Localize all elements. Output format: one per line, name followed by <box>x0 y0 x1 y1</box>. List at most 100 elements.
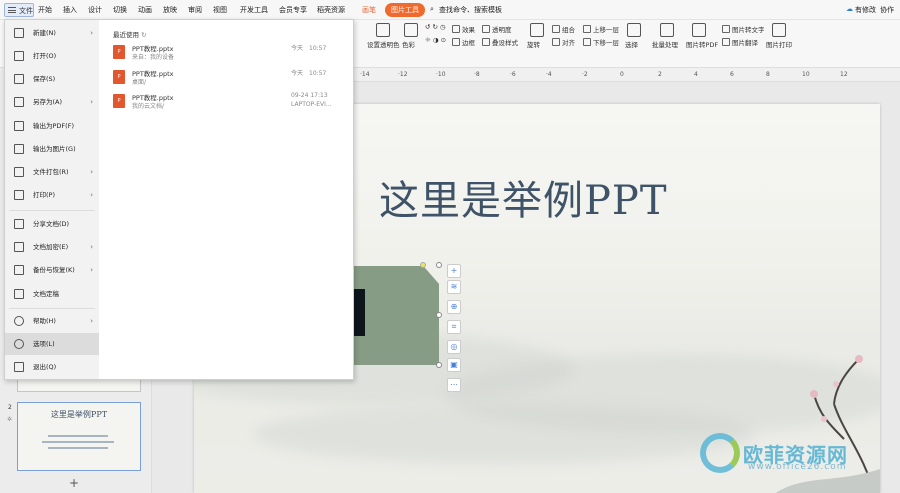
transparent-color-icon <box>376 23 390 37</box>
transparency-icon <box>482 25 490 33</box>
pic-translate-button[interactable]: 图片翻译 <box>722 37 758 47</box>
menu-package[interactable]: 文件打包(R) › <box>5 161 99 183</box>
recent-file-2[interactable]: P PPT教程.pptx 桌面/ 今天 10:57 <box>113 68 351 88</box>
slide-thumbnail-2[interactable]: 这里是举例PPT <box>17 402 141 471</box>
tab-design[interactable]: 设计 <box>88 5 102 15</box>
menu-label: 分享文档(D) <box>33 220 70 228</box>
zoom-in-icon[interactable]: + <box>447 264 461 278</box>
thumbnail-text-line <box>48 447 108 449</box>
image-icon[interactable]: ▣ <box>447 358 461 372</box>
tab-insert[interactable]: 插入 <box>63 5 77 15</box>
ruler-label: 0 <box>620 71 624 78</box>
menu-label: 输出为图片(G) <box>33 145 76 153</box>
submenu-arrow-icon: › <box>90 243 93 251</box>
transparent-color-button[interactable]: 设置透明色 <box>367 39 400 49</box>
border-button[interactable]: 边框 <box>452 37 475 47</box>
transparency-button[interactable]: 透明度 <box>482 24 512 34</box>
pic-to-text-button[interactable]: 图片转文字 <box>722 24 765 34</box>
effect-button[interactable]: 效果 <box>452 24 475 34</box>
menu-export-image[interactable]: 输出为图片(G) <box>5 138 99 160</box>
menu-divider <box>9 210 95 211</box>
batch-button[interactable]: 批量处理 <box>652 39 678 49</box>
align-button[interactable]: 对齐 <box>552 37 575 47</box>
modified-status[interactable]: 有修改 <box>855 5 876 15</box>
recent-header-label: 最近使用 <box>113 31 139 39</box>
menu-backup[interactable]: 备份与恢复(K) › <box>5 259 99 281</box>
selected-picture[interactable] <box>352 266 439 365</box>
recent-file-1[interactable]: P PPT教程.pptx 来自：我的设备 今天 10:57 <box>113 43 351 63</box>
menu-export-pdf[interactable]: 输出为PDF(F) <box>5 115 99 137</box>
menu-new[interactable]: 新建(N) › <box>5 22 99 44</box>
menu-save-as[interactable]: 另存为(A) › <box>5 91 99 113</box>
tab-drawing[interactable]: 画笔 <box>362 5 376 15</box>
layers-icon[interactable]: ≋ <box>447 280 461 294</box>
color-icon <box>404 23 418 37</box>
crop-icon[interactable]: ⌗ <box>447 320 461 334</box>
menu-save[interactable]: 保存(S) <box>5 68 99 90</box>
pptx-file-icon: P <box>113 70 125 84</box>
menu-encrypt[interactable]: 文档加密(E) › <box>5 236 99 258</box>
menu-exit[interactable]: 退出(Q) <box>5 356 99 378</box>
menu-finalize[interactable]: 文档定稿 <box>5 283 99 305</box>
tab-start[interactable]: 开始 <box>38 5 52 15</box>
menu-open[interactable]: 打开(O) <box>5 45 99 67</box>
rotate-left-icon[interactable]: ↺ ↻ ◷ <box>425 23 446 31</box>
ruler-label: 4 <box>694 71 698 78</box>
tab-animation[interactable]: 动画 <box>138 5 152 15</box>
rotate-button[interactable]: 旋转 <box>527 39 540 49</box>
adjust-handle[interactable] <box>420 262 426 268</box>
tab-developer[interactable]: 开发工具 <box>240 5 268 15</box>
tab-review[interactable]: 审阅 <box>188 5 202 15</box>
collab-button[interactable]: 协作 <box>880 5 894 15</box>
menu-help[interactable]: 帮助(H) › <box>5 310 99 332</box>
tab-transition[interactable]: 切换 <box>113 5 127 15</box>
menu-label: 文件打包(R) <box>33 168 69 176</box>
star-icon: ✲ <box>7 416 13 423</box>
ruler-label: ·4 <box>546 71 552 78</box>
tab-member[interactable]: 会员专享 <box>279 5 307 15</box>
menu-options[interactable]: 选项(L) <box>5 333 99 355</box>
menu-label: 新建(N) <box>33 29 56 37</box>
adjust-icons[interactable]: ☼ ◑ ⊙ <box>425 36 446 44</box>
rotate-handle[interactable] <box>436 262 442 268</box>
help-icon <box>14 316 24 326</box>
save-as-icon <box>14 97 24 107</box>
bring-forward-button[interactable]: 上移一层 <box>583 24 619 34</box>
menu-label: 文档加密(E) <box>33 243 69 251</box>
overlay-style-button[interactable]: 叠设样式 <box>482 37 518 47</box>
slide-title[interactable]: 这里是举例PPT <box>379 168 668 226</box>
recent-file-3[interactable]: P PPT教程.pptx 我的云文档/ 09-24 17:13 LAPTOP-E… <box>113 92 351 112</box>
more-icon[interactable]: ⋯ <box>447 378 461 392</box>
tab-view[interactable]: 视图 <box>213 5 227 15</box>
refresh-icon[interactable]: ↻ <box>141 31 146 39</box>
tab-file[interactable]: 文件 <box>4 3 34 17</box>
combine-button[interactable]: 组合 <box>552 24 575 34</box>
image-export-icon <box>14 144 24 154</box>
resize-handle-right[interactable] <box>436 312 442 318</box>
effect-label: 效果 <box>462 26 475 34</box>
combine-label: 组合 <box>562 26 575 34</box>
menu-label: 另存为(A) <box>33 98 63 106</box>
menu-print[interactable]: 打印(P) › <box>5 184 99 206</box>
tab-resources[interactable]: 稻壳资源 <box>317 5 345 15</box>
new-file-icon <box>14 28 24 38</box>
border-label: 边框 <box>462 39 475 47</box>
resize-handle-bottom-right[interactable] <box>436 362 442 368</box>
select-button[interactable]: 选择 <box>625 39 638 49</box>
pic-to-pdf-button[interactable]: 图片转PDF <box>686 39 718 49</box>
color-button[interactable]: 色彩 <box>402 39 415 49</box>
tab-picture-tools[interactable]: 图片工具 <box>385 3 425 17</box>
menu-share[interactable]: 分享文档(D) <box>5 213 99 235</box>
tab-slideshow[interactable]: 放映 <box>163 5 177 15</box>
send-backward-button[interactable]: 下移一层 <box>583 37 619 47</box>
search-icon[interactable]: ⌕ <box>430 5 434 14</box>
ruler-label: 12 <box>840 71 848 78</box>
lightbulb-icon[interactable]: ◎ <box>447 340 461 354</box>
pic-print-button[interactable]: 图片打印 <box>766 39 792 49</box>
magnify-icon[interactable]: ⊕ <box>447 300 461 314</box>
add-slide-button[interactable]: + <box>69 476 79 490</box>
menu-label: 文档定稿 <box>33 290 59 298</box>
command-search[interactable]: 查找命令、搜索模板 <box>439 5 502 15</box>
effect-icon <box>452 25 460 33</box>
thumbnail-title: 这里是举例PPT <box>50 410 108 419</box>
